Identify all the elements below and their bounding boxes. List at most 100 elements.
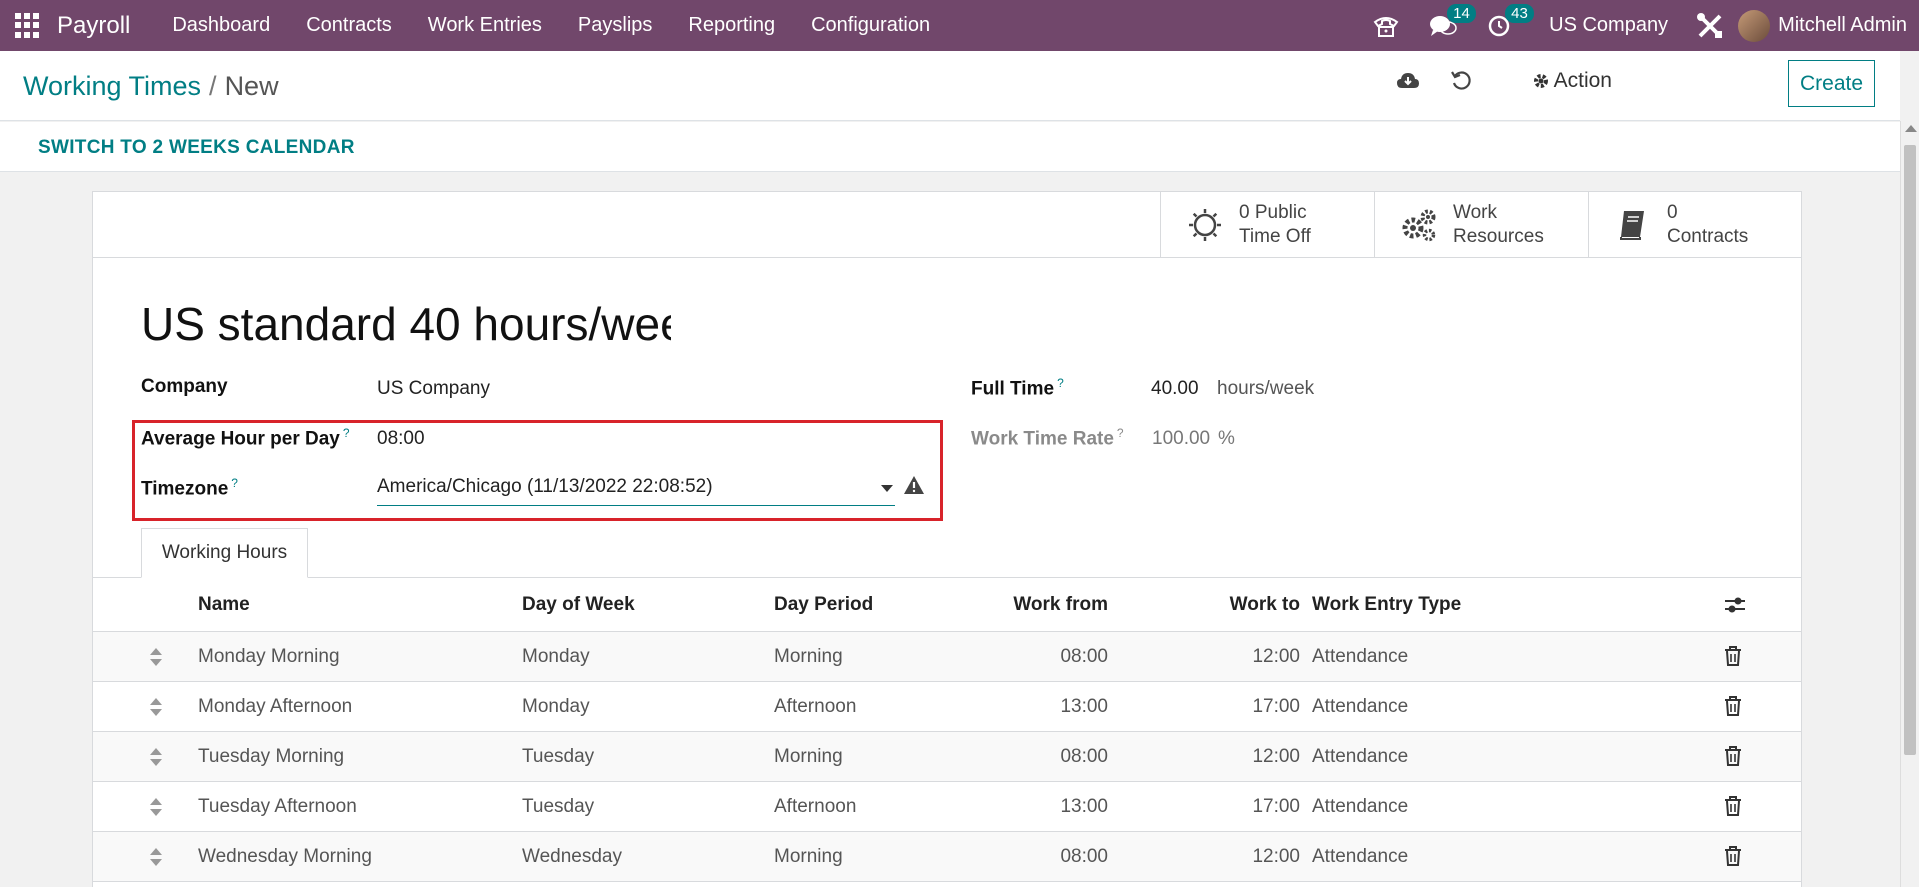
cell-day-period: Morning bbox=[774, 646, 843, 667]
contracts-label: Contracts bbox=[1667, 225, 1749, 247]
scroll-thumb[interactable] bbox=[1904, 145, 1916, 755]
work-resources-button[interactable]: Work Resources bbox=[1374, 192, 1588, 257]
menu-work-entries[interactable]: Work Entries bbox=[410, 14, 560, 37]
page-scrollbar[interactable] bbox=[1900, 121, 1919, 887]
help-tooltip-icon[interactable]: ? bbox=[1057, 376, 1064, 390]
col-work-entry-type[interactable]: Work Entry Type bbox=[1312, 578, 1461, 632]
scroll-up-arrow[interactable] bbox=[1905, 125, 1917, 132]
cell-day-period: Morning bbox=[774, 746, 843, 767]
create-button[interactable]: Create bbox=[1788, 60, 1875, 107]
menu-reporting[interactable]: Reporting bbox=[670, 14, 793, 37]
cell-work-to: 17:00 bbox=[1252, 696, 1300, 717]
cell-name: Tuesday Morning bbox=[198, 746, 345, 767]
book-icon bbox=[1613, 209, 1653, 241]
breadcrumb-current: New bbox=[224, 71, 279, 101]
menu-payslips[interactable]: Payslips bbox=[560, 14, 670, 37]
gears-icon bbox=[1399, 208, 1439, 242]
record-title-input[interactable]: US standard 40 hours/week bbox=[141, 297, 671, 351]
cell-work-entry-type: Attendance bbox=[1312, 646, 1409, 667]
breadcrumb-working-times[interactable]: Working Times bbox=[23, 71, 201, 101]
trash-icon[interactable] bbox=[1724, 796, 1742, 822]
apps-grid-icon[interactable] bbox=[15, 12, 41, 39]
breadcrumb-separator: / bbox=[209, 71, 217, 101]
col-work-to[interactable]: Work to bbox=[1193, 578, 1300, 632]
drag-handle-icon[interactable] bbox=[149, 747, 163, 773]
col-work-from[interactable]: Work from bbox=[983, 578, 1108, 632]
full-time-label: Full Time? bbox=[971, 376, 1064, 400]
full-time-field[interactable]: 40.00 bbox=[1151, 378, 1199, 400]
app-name[interactable]: Payroll bbox=[57, 12, 130, 40]
cell-name: Wednesday Morning bbox=[198, 846, 372, 867]
cell-work-entry-type: Attendance bbox=[1312, 746, 1409, 767]
cell-work-from: 13:00 bbox=[1060, 796, 1108, 817]
cell-day-of-week: Monday bbox=[522, 696, 590, 717]
col-day-of-week[interactable]: Day of Week bbox=[522, 578, 635, 632]
contracts-button[interactable]: 0 Contracts bbox=[1588, 192, 1802, 257]
phone-icon[interactable] bbox=[1373, 14, 1399, 38]
menu-contracts[interactable]: Contracts bbox=[288, 14, 410, 37]
control-buttons: Action bbox=[1396, 69, 1710, 93]
table-row[interactable]: Tuesday Morning Tuesday Morning 08:00 12… bbox=[93, 732, 1801, 782]
drag-handle-icon[interactable] bbox=[149, 847, 163, 873]
menu-dashboard[interactable]: Dashboard bbox=[154, 14, 288, 37]
drag-handle-icon[interactable] bbox=[149, 797, 163, 823]
top-navbar: Payroll Dashboard Contracts Work Entries… bbox=[0, 0, 1919, 51]
save-cloud-icon[interactable] bbox=[1396, 71, 1420, 91]
contracts-count: 0 bbox=[1667, 201, 1678, 223]
cell-work-to: 12:00 bbox=[1252, 646, 1300, 667]
activities-badge: 43 bbox=[1505, 3, 1534, 23]
table-row[interactable]: Monday Morning Monday Morning 08:00 12:0… bbox=[93, 632, 1801, 682]
col-day-period[interactable]: Day Period bbox=[774, 578, 873, 632]
work-time-rate-unit: % bbox=[1218, 428, 1235, 449]
cell-work-from: 08:00 bbox=[1060, 646, 1108, 667]
cell-work-from: 13:00 bbox=[1060, 696, 1108, 717]
table-row[interactable]: Tuesday Afternoon Tuesday Afternoon 13:0… bbox=[93, 782, 1801, 832]
action-label: Action bbox=[1553, 69, 1612, 92]
cell-day-period: Afternoon bbox=[774, 796, 857, 817]
cell-work-from: 08:00 bbox=[1060, 846, 1108, 867]
cell-day-of-week: Tuesday bbox=[522, 746, 595, 767]
work-time-rate-field: 100.00 bbox=[1152, 428, 1211, 449]
table-row[interactable]: Wednesday Morning Wednesday Morning 08:0… bbox=[93, 832, 1801, 882]
table-row[interactable]: Monday Afternoon Monday Afternoon 13:00 … bbox=[93, 682, 1801, 732]
tab-working-hours[interactable]: Working Hours bbox=[141, 528, 308, 578]
table-header: Name Day of Week Day Period Work from Wo… bbox=[93, 578, 1801, 632]
menu-configuration[interactable]: Configuration bbox=[793, 14, 948, 37]
action-menu[interactable]: Action bbox=[1532, 69, 1612, 93]
cell-day-of-week: Tuesday bbox=[522, 796, 595, 817]
user-avatar[interactable] bbox=[1738, 9, 1771, 42]
trash-icon[interactable] bbox=[1724, 696, 1742, 722]
cell-work-from: 08:00 bbox=[1060, 746, 1108, 767]
user-menu[interactable]: Mitchell Admin bbox=[1778, 14, 1907, 37]
company-switcher[interactable]: US Company bbox=[1549, 14, 1668, 37]
messages-badge: 14 bbox=[1447, 3, 1476, 23]
col-name[interactable]: Name bbox=[198, 578, 250, 632]
work-time-rate-label: Work Time Rate? bbox=[971, 426, 1124, 450]
cell-day-period: Morning bbox=[774, 846, 843, 867]
column-settings-icon[interactable] bbox=[1724, 596, 1746, 620]
gear-icon bbox=[1533, 74, 1548, 88]
highlight-box bbox=[132, 420, 943, 521]
activity-clock-icon[interactable]: 43 bbox=[1487, 3, 1534, 38]
cell-work-entry-type: Attendance bbox=[1312, 846, 1409, 867]
navbar-systray: 14 43 US Company Mitchell Admin bbox=[1373, 0, 1919, 51]
public-time-off-button[interactable]: 0 Public Time Off bbox=[1160, 192, 1374, 257]
tools-icon[interactable] bbox=[1696, 12, 1724, 40]
breadcrumb: Working Times / New bbox=[23, 71, 279, 102]
drag-handle-icon[interactable] bbox=[149, 647, 163, 673]
form-statusbar: SWITCH TO 2 WEEKS CALENDAR bbox=[0, 122, 1900, 172]
messages-icon[interactable]: 14 bbox=[1429, 3, 1476, 38]
trash-icon[interactable] bbox=[1724, 846, 1742, 872]
company-label: Company bbox=[141, 376, 228, 397]
help-tooltip-icon[interactable]: ? bbox=[1117, 426, 1124, 440]
cell-work-entry-type: Attendance bbox=[1312, 696, 1409, 717]
cell-day-period: Afternoon bbox=[774, 696, 857, 717]
drag-handle-icon[interactable] bbox=[149, 697, 163, 723]
trash-icon[interactable] bbox=[1724, 646, 1742, 672]
company-field[interactable]: US Company bbox=[377, 378, 490, 400]
main-menu: Dashboard Contracts Work Entries Payslip… bbox=[154, 14, 948, 37]
discard-undo-icon[interactable] bbox=[1450, 70, 1472, 92]
smart-buttons-row: 0 Public Time Off Work Resources 0 Contract… bbox=[93, 192, 1801, 258]
switch-two-weeks-button[interactable]: SWITCH TO 2 WEEKS CALENDAR bbox=[38, 137, 355, 159]
trash-icon[interactable] bbox=[1724, 746, 1742, 772]
